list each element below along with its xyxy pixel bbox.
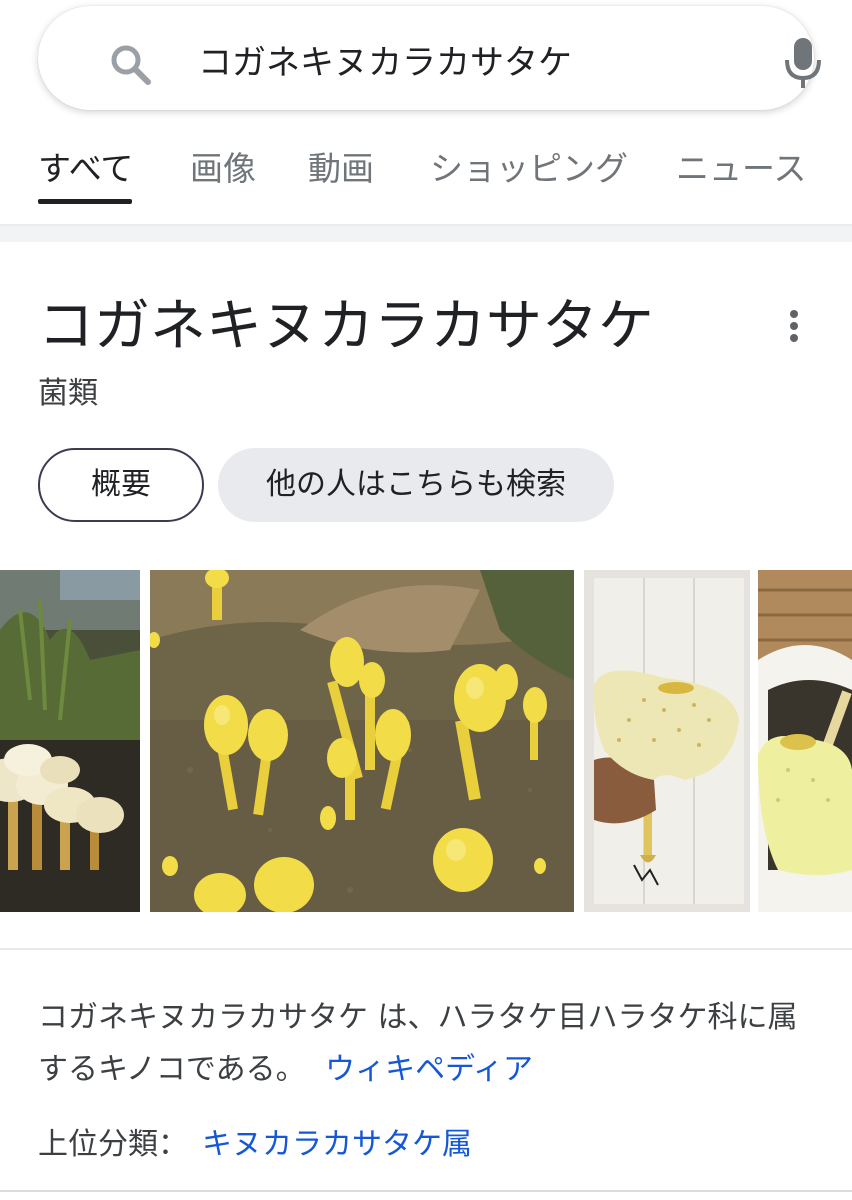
mushroom-cluster-image[interactable] [0, 570, 140, 912]
search-icon[interactable] [108, 42, 154, 88]
taxonomy-row: 上位分類： キヌカラカサタケ属 [38, 1120, 472, 1170]
tab-all[interactable]: すべて [38, 148, 133, 190]
mushroom-in-hand-image[interactable] [584, 570, 750, 912]
knowledge-panel-subtitle: 菌類 [38, 376, 98, 411]
more-vert-icon[interactable] [780, 304, 808, 348]
section-separator [0, 226, 852, 242]
search-bar[interactable]: コガネキヌカラカサタケ [38, 6, 821, 110]
tab-videos[interactable]: 動画 [308, 148, 374, 190]
chip-people-also-search[interactable]: 他の人はこちらも検索 [218, 448, 614, 522]
yellow-mushrooms-soil-image[interactable] [150, 570, 574, 912]
tab-news[interactable]: ニュース [676, 148, 806, 190]
mushroom-in-pot-image[interactable] [758, 570, 852, 912]
wikipedia-link[interactable]: ウィキペディア [325, 1052, 533, 1087]
tab-images[interactable]: 画像 [190, 148, 256, 190]
knowledge-panel-title: コガネキヌカラカサタケ [38, 294, 654, 359]
taxon-label: 上位分類： [38, 1127, 188, 1162]
knowledge-panel-description: コガネキヌカラカサタケ は、ハラタケ目ハラタケ科に属するキノコである。 ウィキペ… [38, 992, 818, 1096]
bottom-divider [0, 1190, 852, 1192]
taxon-link[interactable]: キヌカラカサタケ属 [202, 1127, 472, 1162]
mic-icon[interactable] [780, 36, 826, 92]
search-input[interactable]: コガネキヌカラカサタケ [198, 40, 572, 86]
image-carousel[interactable] [0, 570, 852, 912]
chip-overview[interactable]: 概要 [38, 448, 204, 522]
active-tab-indicator [38, 199, 132, 204]
tab-shopping[interactable]: ショッピング [430, 148, 628, 190]
content-divider [0, 948, 852, 950]
